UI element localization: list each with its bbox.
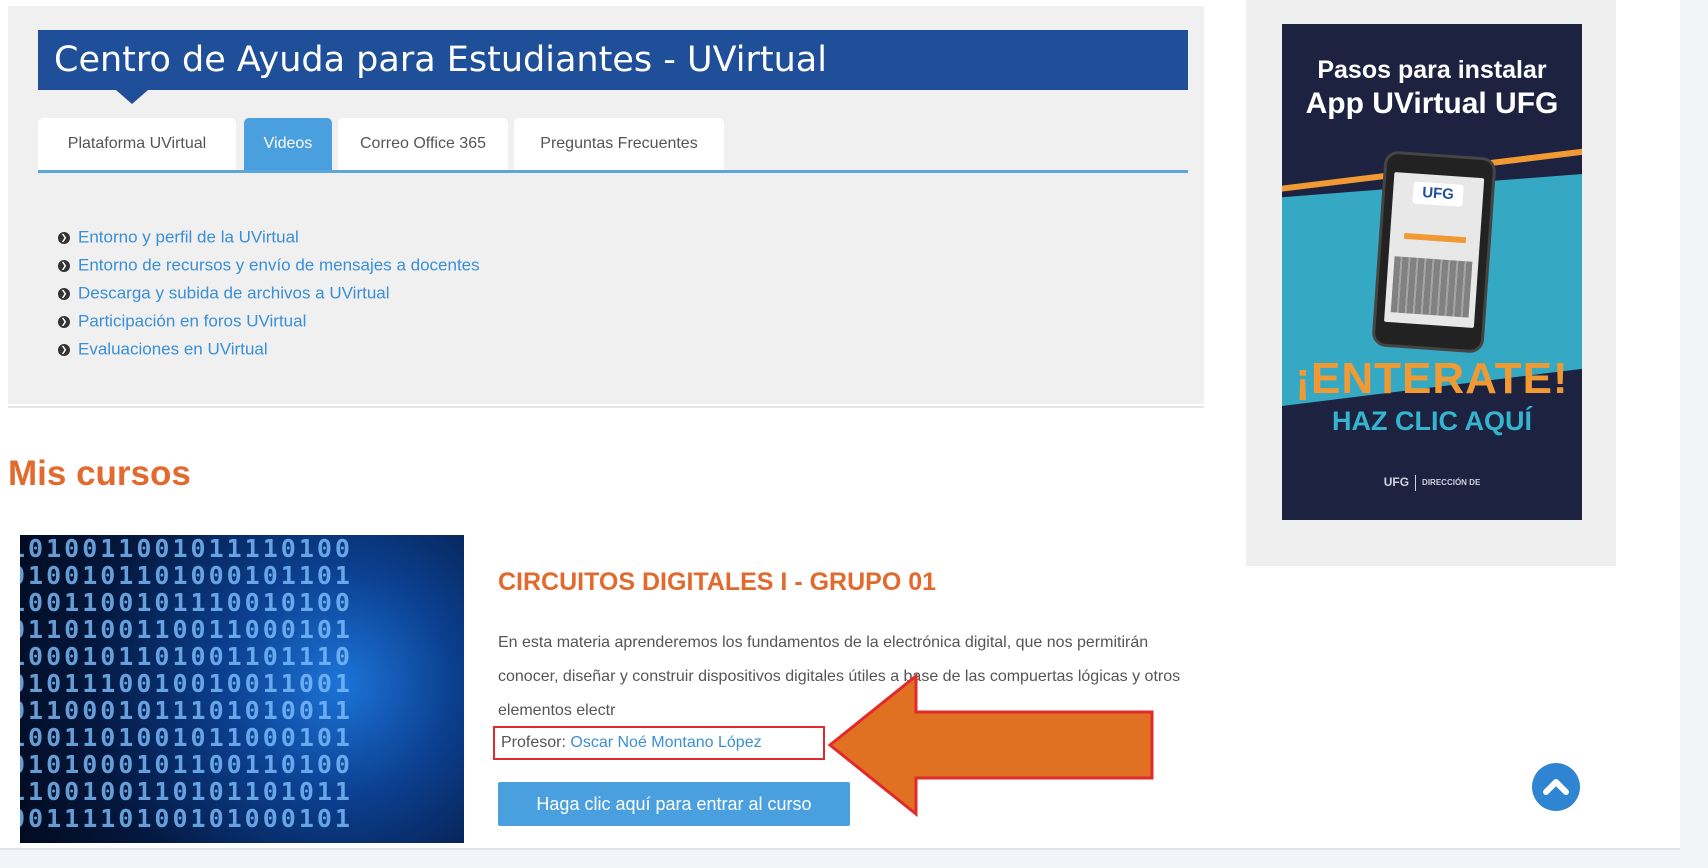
list-item: ❯ Participación en foros UVirtual xyxy=(58,307,480,335)
video-links-list: ❯ Entorno y perfil de la UVirtual ❯ Entorn… xyxy=(58,223,480,363)
phone-illustration: UFG xyxy=(1371,150,1497,354)
banner-cta: ¡ENTERATE! xyxy=(1295,354,1569,403)
page: Centro de Ayuda para Estudiantes - UVirt… xyxy=(0,0,1680,850)
scroll-to-top-button[interactable] xyxy=(1532,763,1580,811)
banner-footer-org: DIRECCIÓN DE xyxy=(1422,477,1481,487)
list-item: ❯ Evaluaciones en UVirtual xyxy=(58,335,480,363)
tab-preguntas-frecuentes[interactable]: Preguntas Frecuentes xyxy=(514,118,724,170)
annotation-arrow-icon xyxy=(827,672,1154,818)
banner-heading-line2: App UVirtual UFG xyxy=(1305,87,1559,120)
help-center-panel: Centro de Ayuda para Estudiantes - UVirt… xyxy=(8,6,1204,404)
video-link[interactable]: Descarga y subida de archivos a UVirtual xyxy=(78,284,390,303)
banner-cta-sub: HAZ CLIC AQUÍ xyxy=(1332,406,1532,436)
banner-heading-line1: Pasos para instalar xyxy=(1317,56,1547,84)
tab-correo-office-365[interactable]: Correo Office 365 xyxy=(338,118,508,170)
banner-footer: UFG DIRECCIÓN DE xyxy=(1282,472,1582,493)
chevron-circle-right-icon: ❯ xyxy=(58,259,70,272)
list-item: ❯ Descarga y subida de archivos a UVirtua… xyxy=(58,279,480,307)
enter-course-button[interactable]: Haga clic aquí para entrar al curso xyxy=(498,782,850,826)
professor-label: Profesor: xyxy=(501,734,566,751)
banner-footer-brand: UFG xyxy=(1383,475,1410,489)
video-link[interactable]: Entorno de recursos y envío de mensajes … xyxy=(78,256,480,275)
banner-footer-separator xyxy=(1415,474,1417,491)
course-title[interactable]: CIRCUITOS DIGITALES I - GRUPO 01 xyxy=(498,564,936,600)
course-image[interactable]: 1010011001011110100 0100101101000101101 … xyxy=(20,535,464,843)
video-link[interactable]: Participación en foros UVirtual xyxy=(78,312,306,331)
my-courses-heading: Mis cursos xyxy=(8,454,191,493)
divider xyxy=(8,406,1204,408)
video-link[interactable]: Entorno y perfil de la UVirtual xyxy=(78,228,299,247)
bottom-border xyxy=(0,848,1680,850)
app-install-banner[interactable]: Pasos para instalar App UVirtual UFG UFG… xyxy=(1282,24,1582,520)
chevron-circle-right-icon: ❯ xyxy=(58,231,70,244)
chevron-circle-right-icon: ❯ xyxy=(58,343,70,356)
phone-keyboard-graphic xyxy=(1390,256,1473,318)
tab-videos[interactable]: Videos xyxy=(244,118,332,170)
chevron-circle-right-icon: ❯ xyxy=(58,287,70,300)
chevron-up-icon xyxy=(1543,779,1569,795)
banner-heading: Pasos para instalar App UVirtual UFG xyxy=(1282,54,1582,122)
title-pointer xyxy=(116,90,148,104)
video-link[interactable]: Evaluaciones en UVirtual xyxy=(78,340,268,359)
tab-plataforma-uvirtual[interactable]: Plataforma UVirtual xyxy=(38,118,236,170)
phone-button-graphic xyxy=(1403,232,1467,244)
phone-screen: UFG xyxy=(1384,172,1485,328)
professor-name-link[interactable]: Oscar Noé Montano López xyxy=(570,734,761,751)
phone-logo: UFG xyxy=(1412,181,1464,207)
help-tabs: Plataforma UVirtual Videos Correo Office… xyxy=(38,118,1188,173)
list-item: ❯ Entorno y perfil de la UVirtual xyxy=(58,223,480,251)
chevron-circle-right-icon: ❯ xyxy=(58,315,70,328)
help-center-title: Centro de Ayuda para Estudiantes - UVirt… xyxy=(38,30,1188,90)
professor-line: Profesor: Oscar Noé Montano López xyxy=(493,726,825,760)
binary-pattern: 1010011001011110100 0100101101000101101 … xyxy=(20,535,353,833)
list-item: ❯ Entorno de recursos y envío de mensajes… xyxy=(58,251,480,279)
